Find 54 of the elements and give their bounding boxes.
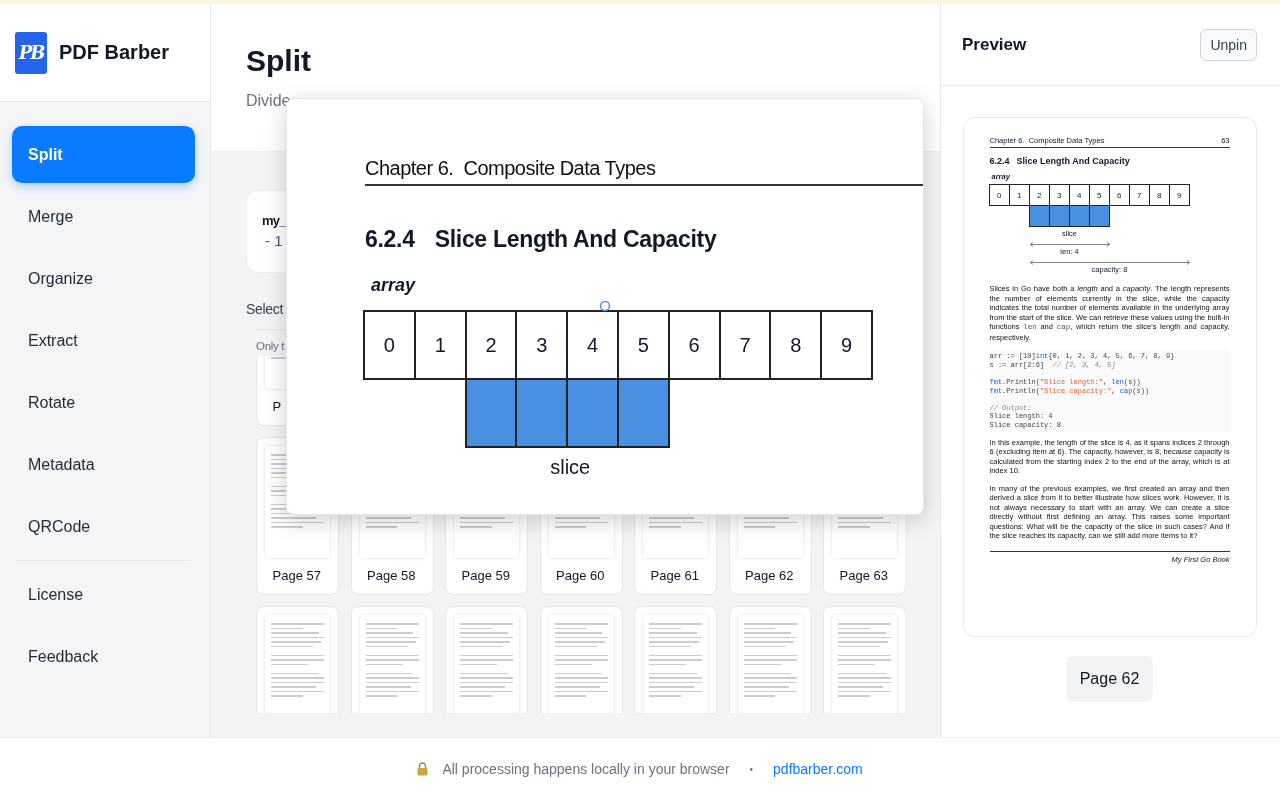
page-label: Page 61: [650, 568, 700, 583]
brand-name: PDF Barber: [59, 41, 170, 64]
page-label: Page 59: [461, 568, 511, 583]
preview-title: Preview: [962, 34, 1027, 55]
nav-item[interactable]: Metadata: [12, 436, 195, 493]
array-cell: 0: [363, 310, 416, 380]
double-arrow-icon: [1029, 260, 1190, 266]
privacy-notice: All processing happens locally in your browser: [442, 761, 730, 777]
page-label: Page 62: [745, 568, 795, 583]
file-name: my_: [262, 213, 286, 228]
nav-item[interactable]: QRCode: [12, 498, 195, 555]
array-cell: 0: [988, 184, 1010, 206]
nav-item[interactable]: Rotate: [12, 374, 195, 431]
array-label: array: [371, 275, 417, 296]
chapter-header: Chapter 6. Composite Data Types: [365, 157, 923, 186]
page-label: Page 60: [556, 568, 606, 583]
page-label: Page 57: [272, 568, 322, 583]
separator-dot: •: [749, 763, 754, 775]
section-title: Slice Length And Capacity: [434, 226, 717, 253]
nav-item[interactable]: Merge: [12, 188, 195, 245]
select-label: Select: [246, 301, 284, 317]
array-cell: 7: [718, 310, 772, 380]
page-badge: Page 62: [1065, 656, 1154, 702]
slice-label: slice: [550, 456, 591, 479]
array-cell: 1: [413, 310, 467, 380]
page-title: Split: [246, 44, 312, 78]
file-info: - 1: [265, 232, 283, 249]
nav-item[interactable]: Split: [12, 126, 195, 183]
page-label: Page 58: [367, 568, 417, 583]
site-link[interactable]: pdfbarber.com: [773, 761, 863, 777]
nav-item[interactable]: Extract: [12, 312, 195, 369]
array-cell: 8: [1148, 184, 1170, 206]
lock-icon: [417, 762, 429, 776]
array-cell: 7: [1128, 184, 1150, 206]
logo-icon: PB: [15, 31, 47, 74]
section-number: 6.2.4: [365, 226, 415, 253]
page-subtitle: Divide: [246, 92, 292, 110]
nav-item[interactable]: Feedback: [12, 628, 195, 685]
array-cell: 9: [1168, 184, 1190, 206]
section-title: Slice Length And Capacity: [1016, 156, 1130, 166]
array-cell: 9: [820, 310, 873, 380]
section-number: 6.2.4: [989, 156, 1010, 166]
double-arrow-icon: [1029, 242, 1110, 248]
nav-item[interactable]: Organize: [12, 250, 195, 307]
unpin-button[interactable]: Unpin: [1200, 28, 1257, 61]
page-label: P: [272, 399, 283, 414]
array-cell: 6: [1108, 184, 1130, 206]
array-cell: 6: [667, 310, 721, 380]
cursor-icon: [599, 300, 611, 312]
array-cell: 1: [1008, 184, 1030, 206]
hint-text: Only t: [256, 340, 285, 352]
array-cell: 8: [769, 310, 823, 380]
nav-item[interactable]: License: [12, 566, 195, 623]
page-label: Page 63: [839, 568, 889, 583]
